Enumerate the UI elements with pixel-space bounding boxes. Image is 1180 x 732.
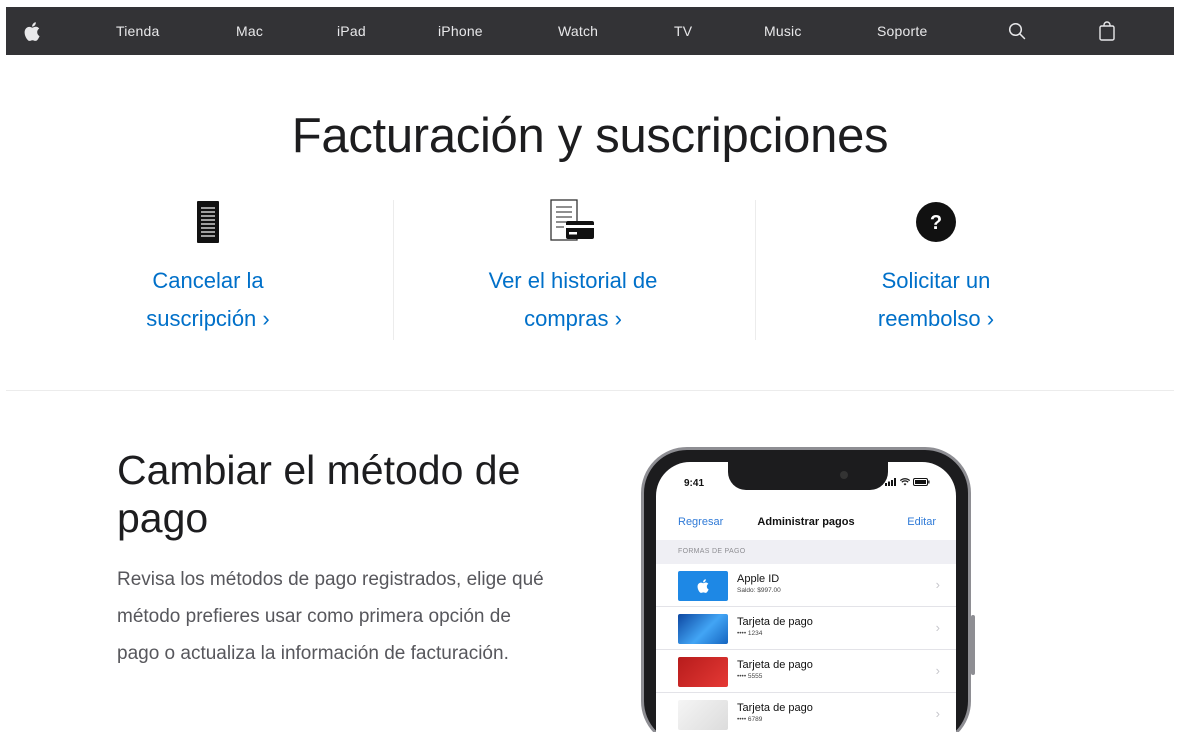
payment-row-apple-id[interactable]: Apple ID Saldo: $997.00 › [656,564,956,607]
section-description: Revisa los métodos de pago registrados, … [117,569,544,664]
nav-item-iphone[interactable]: iPhone [438,7,483,55]
phone-navbar: Regresar Administrar pagos Editar [656,508,956,536]
card-thumb-blue [678,614,728,644]
nav-item-tienda[interactable]: Tienda [116,7,160,55]
search-icon[interactable] [1008,7,1026,55]
payment-row-card-5555[interactable]: Tarjeta de pago •••• 5555 › [656,650,956,693]
receipt-card-icon [393,196,753,248]
link-line-1: Solicitar un [881,268,991,293]
status-time: 9:41 [684,478,705,489]
wifi-icon [900,478,910,486]
section-divider [6,390,1174,391]
link-line-2: compras › [524,306,622,331]
cancel-subscription-link[interactable]: Cancelar la suscripción › [28,262,388,338]
link-line-2: suscripción › [146,306,270,331]
payment-subtitle: •••• 6789 [737,716,763,723]
phone-screen: 9:41 Regresar Administrar pagos Editar F… [656,462,956,732]
apple-logo-icon[interactable] [24,7,40,55]
page-title: Facturación y suscripciones [291,109,889,163]
payment-row-card-1234[interactable]: Tarjeta de pago •••• 1234 › [656,607,956,650]
nav-item-tv[interactable]: TV [674,7,692,55]
request-refund-card: ? Solicitar un reembolso › [756,196,1116,346]
chevron-right-icon: › [935,663,940,678]
link-line-2: reembolso › [877,306,995,331]
svg-text:?: ? [930,212,942,234]
payment-title: Tarjeta de pago [737,702,813,714]
question-circle-icon: ? [756,196,1116,248]
link-line-1: Ver el historial de [488,268,658,293]
apple-id-thumb [678,571,728,601]
status-icons [885,478,930,486]
document-icon [28,196,388,248]
request-refund-link[interactable]: Solicitar un reembolso › [756,262,1116,338]
cancel-subscription-card: Cancelar la suscripción › [28,196,388,346]
nav-item-watch[interactable]: Watch [558,7,598,55]
global-nav: Tienda Mac iPad iPhone Watch TV Music So… [6,7,1174,55]
link-line-1: Cancelar la [152,268,264,293]
chevron-right-icon: › [935,620,940,635]
chevron-right-icon: › [935,577,940,592]
purchase-history-card: Ver el historial de compras › [393,196,753,346]
signal-icon [885,478,896,486]
payment-title: Tarjeta de pago [737,616,813,628]
card-thumb-red [678,657,728,687]
iphone-mockup: 9:41 Regresar Administrar pagos Editar F… [641,447,975,732]
payment-methods-header: FORMAS DE PAGO [656,540,956,564]
section-title: Cambiar el método de pago [117,447,521,541]
edit-button[interactable]: Editar [907,516,936,528]
payment-row-card-6789[interactable]: Tarjeta de pago •••• 6789 › [656,693,956,732]
battery-icon [913,478,930,486]
apple-logo-icon [697,579,709,593]
phone-side-button [971,615,975,675]
phone-notch [728,462,888,490]
nav-item-mac[interactable]: Mac [236,7,263,55]
payment-title: Tarjeta de pago [737,659,813,671]
nav-item-ipad[interactable]: iPad [337,7,366,55]
payment-subtitle: •••• 1234 [737,630,763,637]
bag-icon[interactable] [1099,7,1115,55]
nav-item-soporte[interactable]: Soporte [877,7,927,55]
payment-subtitle: Saldo: $997.00 [737,587,781,594]
payment-subtitle: •••• 5555 [737,673,763,680]
card-thumb-silver [678,700,728,730]
nav-item-music[interactable]: Music [764,7,802,55]
payment-title: Apple ID [737,573,780,585]
chevron-right-icon: › [935,706,940,721]
purchase-history-link[interactable]: Ver el historial de compras › [393,262,753,338]
